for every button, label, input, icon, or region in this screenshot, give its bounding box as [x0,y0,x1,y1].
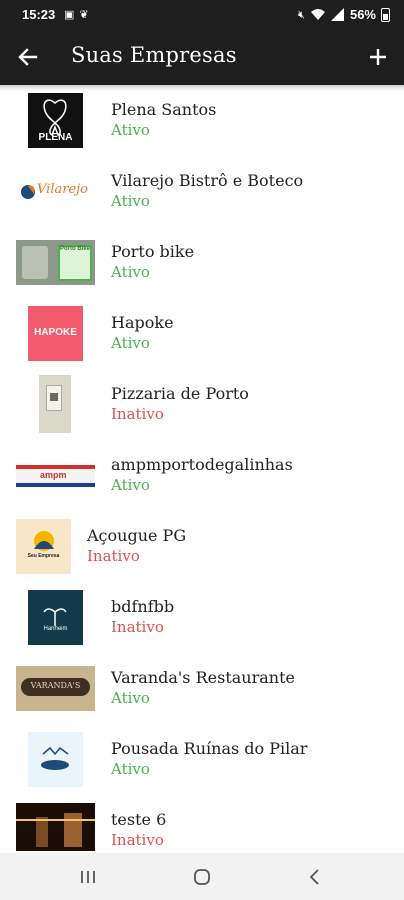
company-status: Ativo [111,334,150,352]
status-bar: 15:23 ▣ ❦ 🔇︎ 56% [0,0,404,30]
company-logo: HAPOKE [28,306,83,361]
logo-text: Vilarejo [37,182,88,197]
gallery-notification-icon: ▣ [64,9,75,21]
company-name: Plena Santos [111,100,217,119]
company-name: Porto bike [111,242,195,261]
company-name: Pousada Ruínas do Pilar [111,739,308,758]
company-row[interactable]: Vilarejo Vilarejo Bistrô e Boteco Ativo [0,156,404,227]
company-row[interactable]: Porto Bike Porto bike Ativo [0,227,404,298]
page-title: Suas Empresas [71,43,237,67]
company-row[interactable]: VARANDA'S Varanda's Restaurante Ativo [0,653,404,724]
company-row[interactable]: Pousada Ruínas do Pilar Ativo [0,724,404,795]
logo-text: Porto Bike [60,246,91,252]
wifi-icon [310,9,325,20]
company-logo [39,375,71,433]
company-row[interactable]: ampm ampmportodegalinhas Ativo [0,440,404,511]
company-row[interactable]: Hanheim bdfnfbb Inativo [0,582,404,653]
company-status: Ativo [111,760,150,778]
battery-icon [381,7,390,22]
battery-percent: 56% [349,7,376,22]
back-chevron-icon[interactable] [303,865,327,889]
logo-text: HAPOKE [34,327,77,338]
company-status: Ativo [111,121,150,139]
company-name: ampmportodegalinhas [111,455,293,474]
logo-text: PLENA [38,132,73,143]
company-name: teste 6 [111,810,167,829]
company-status: Ativo [111,476,150,494]
app-bar: Suas Empresas [0,30,404,85]
company-row[interactable]: PLENA Plena Santos Ativo [0,85,404,156]
logo-text: Hanheim [43,626,68,632]
company-name: Açougue PG [87,526,187,545]
logo-text: Seu Empresa [27,553,60,559]
company-logo: Porto Bike [16,240,95,285]
pousada-emblem-icon [41,746,69,770]
company-logo: Seu Empresa [16,519,71,574]
company-name: Varanda's Restaurante [111,668,295,687]
company-logo: Vilarejo [16,168,95,216]
company-logo: Hanheim [28,590,83,645]
company-row[interactable]: Seu Empresa Açougue PG Inativo [0,511,404,582]
company-status: Ativo [111,192,150,210]
company-logo: ampm [16,465,95,487]
company-status: Inativo [87,547,140,565]
home-icon[interactable] [190,865,214,889]
company-name: bdfnfbb [111,597,175,616]
mute-icon: 🔇︎ [298,8,305,21]
status-time: 15:23 [22,7,56,22]
system-nav-bar [0,853,404,900]
company-status: Inativo [111,405,164,423]
company-status: Inativo [111,831,164,849]
palm-icon [43,608,67,626]
company-logo [16,803,95,851]
signal-icon [330,8,344,21]
company-status: Inativo [111,618,164,636]
company-name: Vilarejo Bistrô e Boteco [111,171,304,190]
plus-icon[interactable] [364,43,392,71]
company-row[interactable]: Pizzaria de Porto Inativo [0,369,404,440]
company-logo: VARANDA'S [16,666,95,711]
company-list: PLENA Plena Santos Ativo Vilarejo Vilare… [0,85,404,853]
palm-tree-icon [34,531,54,551]
company-logo: PLENA [28,93,83,148]
arrow-left-icon[interactable] [14,43,42,71]
leaf-notification-icon: ❦ [79,9,89,21]
company-name: Pizzaria de Porto [111,384,249,403]
logo-text: ampm [40,470,67,480]
company-logo [28,732,83,787]
company-name: Hapoke [111,313,174,332]
company-status: Ativo [111,689,150,707]
company-status: Ativo [111,263,150,281]
recent-apps-icon[interactable] [76,865,100,889]
logo-text: VARANDA'S [30,681,81,690]
company-row[interactable]: HAPOKE Hapoke Ativo [0,298,404,369]
company-row[interactable]: teste 6 Inativo [0,795,404,853]
